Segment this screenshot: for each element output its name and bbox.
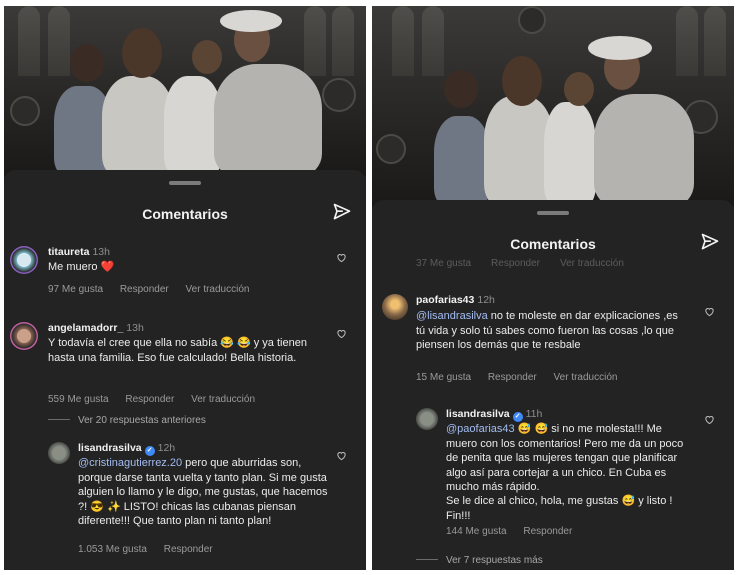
heart-icon[interactable] [336, 328, 347, 339]
heart-icon[interactable] [704, 414, 715, 425]
reply-text-second-paragraph: Se le dice al chico, hola, me gustas 😅 y… [446, 495, 673, 522]
comment-time: 13h [126, 322, 144, 334]
mention-link[interactable]: @cristinagutierrez.20 [78, 457, 182, 469]
comment-time: 12h [477, 294, 495, 306]
right-screenshot: Comentarios 37 Me gusta Responder Ver trad… [372, 6, 734, 570]
mention-link[interactable]: @lisandrasilva [416, 310, 488, 322]
avatar[interactable] [416, 408, 438, 430]
comment-text: Me muero ❤️ [48, 261, 115, 273]
avatar[interactable] [10, 246, 38, 274]
comment-text: @lisandrasilva no te moleste en dar expl… [416, 310, 678, 351]
heart-icon[interactable] [704, 306, 715, 317]
comment-time: 13h [92, 246, 110, 258]
likes-count[interactable]: 1.053 Me gusta [78, 544, 147, 555]
reply-button[interactable]: Responder [164, 544, 213, 555]
send-icon[interactable] [700, 232, 720, 252]
reply-username[interactable]: lisandrasilva ✓ 12h [78, 442, 175, 456]
view-more-replies[interactable]: Ver 7 respuestas más [416, 555, 543, 566]
verified-icon: ✓ [144, 446, 155, 456]
likes-count[interactable]: 144 Me gusta [446, 526, 507, 537]
likes-count[interactable]: 559 Me gusta [48, 394, 109, 405]
heart-icon[interactable] [336, 450, 347, 461]
left-screenshot: Comentarios titaureta 13h Me muero ❤️ 97 … [4, 6, 366, 570]
reply-text: @paofarias43 😅 😅 si no me molesta!!! Me … [446, 423, 684, 493]
reply-button[interactable]: Responder [488, 372, 537, 383]
reply-button[interactable]: Responder [120, 284, 169, 295]
send-icon[interactable] [332, 202, 352, 222]
comment-actions: 15 Me gusta Responder Ver traducción [416, 372, 631, 383]
comments-sheet: Comentarios titaureta 13h Me muero ❤️ 97 … [4, 170, 366, 570]
view-previous-replies[interactable]: Ver 20 respuestas anteriores [48, 415, 206, 426]
reply-button[interactable]: Responder [523, 526, 572, 537]
post-photo [372, 6, 734, 206]
comments-sheet: Comentarios 37 Me gusta Responder Ver trad… [372, 200, 734, 570]
verified-icon: ✓ [512, 412, 523, 422]
reply-time: 12h [157, 442, 176, 454]
reply-button[interactable]: Responder [125, 394, 174, 405]
comment-actions: 97 Me gusta Responder Ver traducción [48, 284, 263, 295]
comment-username[interactable]: titaureta 13h [48, 246, 110, 258]
heart-icon[interactable] [336, 252, 347, 263]
translate-button[interactable]: Ver traducción [554, 372, 618, 383]
reply-time: 11h [525, 408, 543, 420]
comment-actions: 559 Me gusta Responder Ver traducción [48, 394, 269, 405]
translate-button[interactable]: Ver traducción [186, 284, 250, 295]
reply-actions: 144 Me gusta Responder [446, 526, 586, 537]
reply-username[interactable]: lisandrasilva ✓ 11h [446, 408, 542, 422]
post-photo [4, 6, 366, 176]
mention-link[interactable]: @paofarias43 [446, 423, 515, 435]
translate-button[interactable]: Ver traducción [191, 394, 255, 405]
reply-actions: 1.053 Me gusta Responder [78, 544, 227, 555]
comment-username[interactable]: paofarias43 12h [416, 294, 495, 306]
likes-count[interactable]: 97 Me gusta [48, 284, 103, 295]
comment-text: Y todavía el cree que ella no sabía 😂 😂 … [48, 337, 307, 364]
sheet-grabber[interactable] [169, 181, 201, 185]
sheet-title: Comentarios [142, 206, 228, 222]
sheet-grabber[interactable] [537, 211, 569, 215]
comment-username[interactable]: angelamadorr_ 13h [48, 322, 144, 334]
reply-text: @cristinagutierrez.20 pero que aburridas… [78, 457, 328, 527]
likes-count[interactable]: 15 Me gusta [416, 372, 471, 383]
avatar[interactable] [10, 322, 38, 350]
avatar[interactable] [382, 294, 408, 320]
partially-scrolled-actions: 37 Me gusta Responder Ver traducción [416, 258, 624, 269]
avatar[interactable] [48, 442, 70, 464]
sheet-title: Comentarios [510, 236, 596, 252]
